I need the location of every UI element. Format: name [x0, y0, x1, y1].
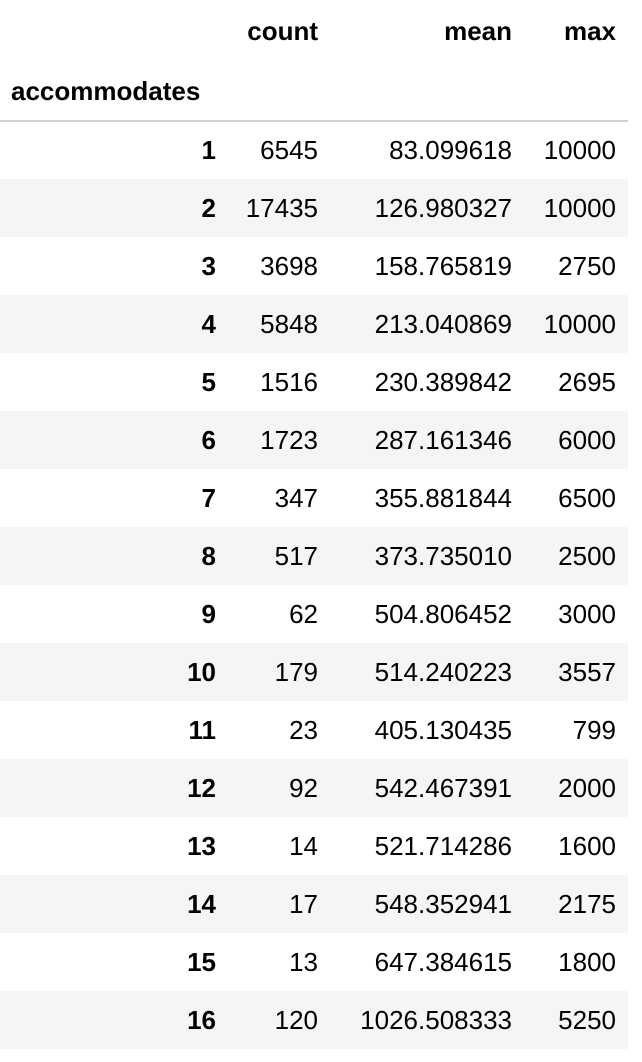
max-cell: 5250: [558, 1004, 616, 1035]
mean-cell: 504.806452: [374, 598, 512, 629]
count-cell: 5848: [260, 308, 318, 339]
mean-cell: 213.040869: [374, 308, 512, 339]
index-name-spacer: [330, 62, 524, 122]
row-index: 9: [201, 598, 216, 629]
mean-cell: 647.384615: [374, 946, 512, 977]
table-row: 8 517 373.735010 2500: [0, 527, 628, 585]
row-index: 5: [201, 366, 216, 397]
row-index: 2: [201, 192, 216, 223]
count-cell: 62: [289, 598, 318, 629]
max-cell: 1800: [558, 946, 616, 977]
max-cell: 3557: [558, 656, 616, 687]
table-row: 12 92 542.467391 2000: [0, 759, 628, 817]
table-row: 9 62 504.806452 3000: [0, 585, 628, 643]
count-cell: 1723: [260, 424, 318, 455]
max-cell: 1600: [558, 830, 616, 861]
max-cell: 10000: [543, 308, 616, 339]
table-row: 16 120 1026.508333 5250: [0, 991, 628, 1049]
row-index: 3: [201, 250, 216, 281]
row-index: 14: [187, 888, 216, 919]
count-cell: 347: [274, 482, 318, 513]
count-cell: 23: [289, 714, 318, 745]
max-cell: 2500: [558, 540, 616, 571]
max-cell: 6000: [558, 424, 616, 455]
index-name-label: accommodates: [0, 62, 228, 122]
count-cell: 17435: [245, 192, 318, 223]
max-cell: 6500: [558, 482, 616, 513]
max-cell: 10000: [543, 192, 616, 223]
table-row: 11 23 405.130435 799: [0, 701, 628, 759]
mean-cell: 355.881844: [374, 482, 512, 513]
table-row: 15 13 647.384615 1800: [0, 933, 628, 991]
count-cell: 6545: [260, 135, 318, 165]
max-cell: 799: [572, 714, 616, 745]
max-cell: 10000: [543, 135, 616, 165]
column-header-max: max: [563, 15, 616, 46]
mean-cell: 521.714286: [374, 830, 512, 861]
mean-cell: 83.099618: [389, 135, 512, 165]
row-index: 11: [188, 714, 217, 745]
max-cell: 2000: [558, 772, 616, 803]
mean-cell: 126.980327: [374, 192, 512, 223]
table-row: 4 5848 213.040869 10000: [0, 295, 628, 353]
index-name-row: accommodates: [0, 62, 628, 122]
row-index: 12: [187, 772, 216, 803]
row-index: 7: [201, 482, 216, 513]
max-cell: 2175: [558, 888, 616, 919]
row-index: 16: [187, 1004, 216, 1035]
mean-cell: 158.765819: [374, 250, 512, 281]
corner-cell: [0, 0, 228, 62]
count-cell: 179: [274, 656, 318, 687]
count-cell: 17: [289, 888, 318, 919]
mean-cell: 514.240223: [374, 656, 512, 687]
table-row: 14 17 548.352941 2175: [0, 875, 628, 933]
table-header: count mean max accommodates: [0, 0, 628, 122]
count-cell: 120: [274, 1004, 318, 1035]
row-index: 6: [201, 424, 216, 455]
column-header-mean: mean: [444, 15, 512, 46]
count-cell: 14: [289, 830, 318, 861]
row-index: 1: [201, 135, 216, 165]
dataframe-table: count mean max accommodates 1 6545 83.09…: [0, 0, 628, 1049]
row-index: 15: [187, 946, 216, 977]
table-row: 7 347 355.881844 6500: [0, 469, 628, 527]
max-cell: 2750: [558, 250, 616, 281]
max-cell: 3000: [558, 598, 616, 629]
mean-cell: 230.389842: [374, 366, 512, 397]
count-cell: 13: [289, 946, 318, 977]
table-row: 13 14 521.714286 1600: [0, 817, 628, 875]
count-cell: 3698: [260, 250, 318, 281]
table-body: 1 6545 83.099618 10000 2 17435 126.98032…: [0, 121, 628, 1049]
index-name-spacer: [524, 62, 628, 122]
table-row: 3 3698 158.765819 2750: [0, 237, 628, 295]
mean-cell: 405.130435: [374, 714, 512, 745]
count-cell: 517: [274, 540, 318, 571]
mean-cell: 373.735010: [374, 540, 512, 571]
table-row: 2 17435 126.980327 10000: [0, 179, 628, 237]
mean-cell: 548.352941: [374, 888, 512, 919]
table-row: 10 179 514.240223 3557: [0, 643, 628, 701]
table-row: 6 1723 287.161346 6000: [0, 411, 628, 469]
max-cell: 2695: [558, 366, 616, 397]
column-header-row: count mean max: [0, 0, 628, 62]
row-index: 4: [201, 308, 216, 339]
index-name-spacer: [228, 62, 330, 122]
row-index: 10: [187, 656, 216, 687]
row-index: 13: [187, 830, 216, 861]
table-row: 1 6545 83.099618 10000: [0, 121, 628, 179]
count-cell: 92: [289, 772, 318, 803]
mean-cell: 1026.508333: [360, 1004, 512, 1035]
mean-cell: 542.467391: [374, 772, 512, 803]
column-header-count: count: [247, 15, 318, 46]
count-cell: 1516: [260, 366, 318, 397]
row-index: 8: [201, 540, 216, 571]
table-row: 5 1516 230.389842 2695: [0, 353, 628, 411]
mean-cell: 287.161346: [374, 424, 512, 455]
